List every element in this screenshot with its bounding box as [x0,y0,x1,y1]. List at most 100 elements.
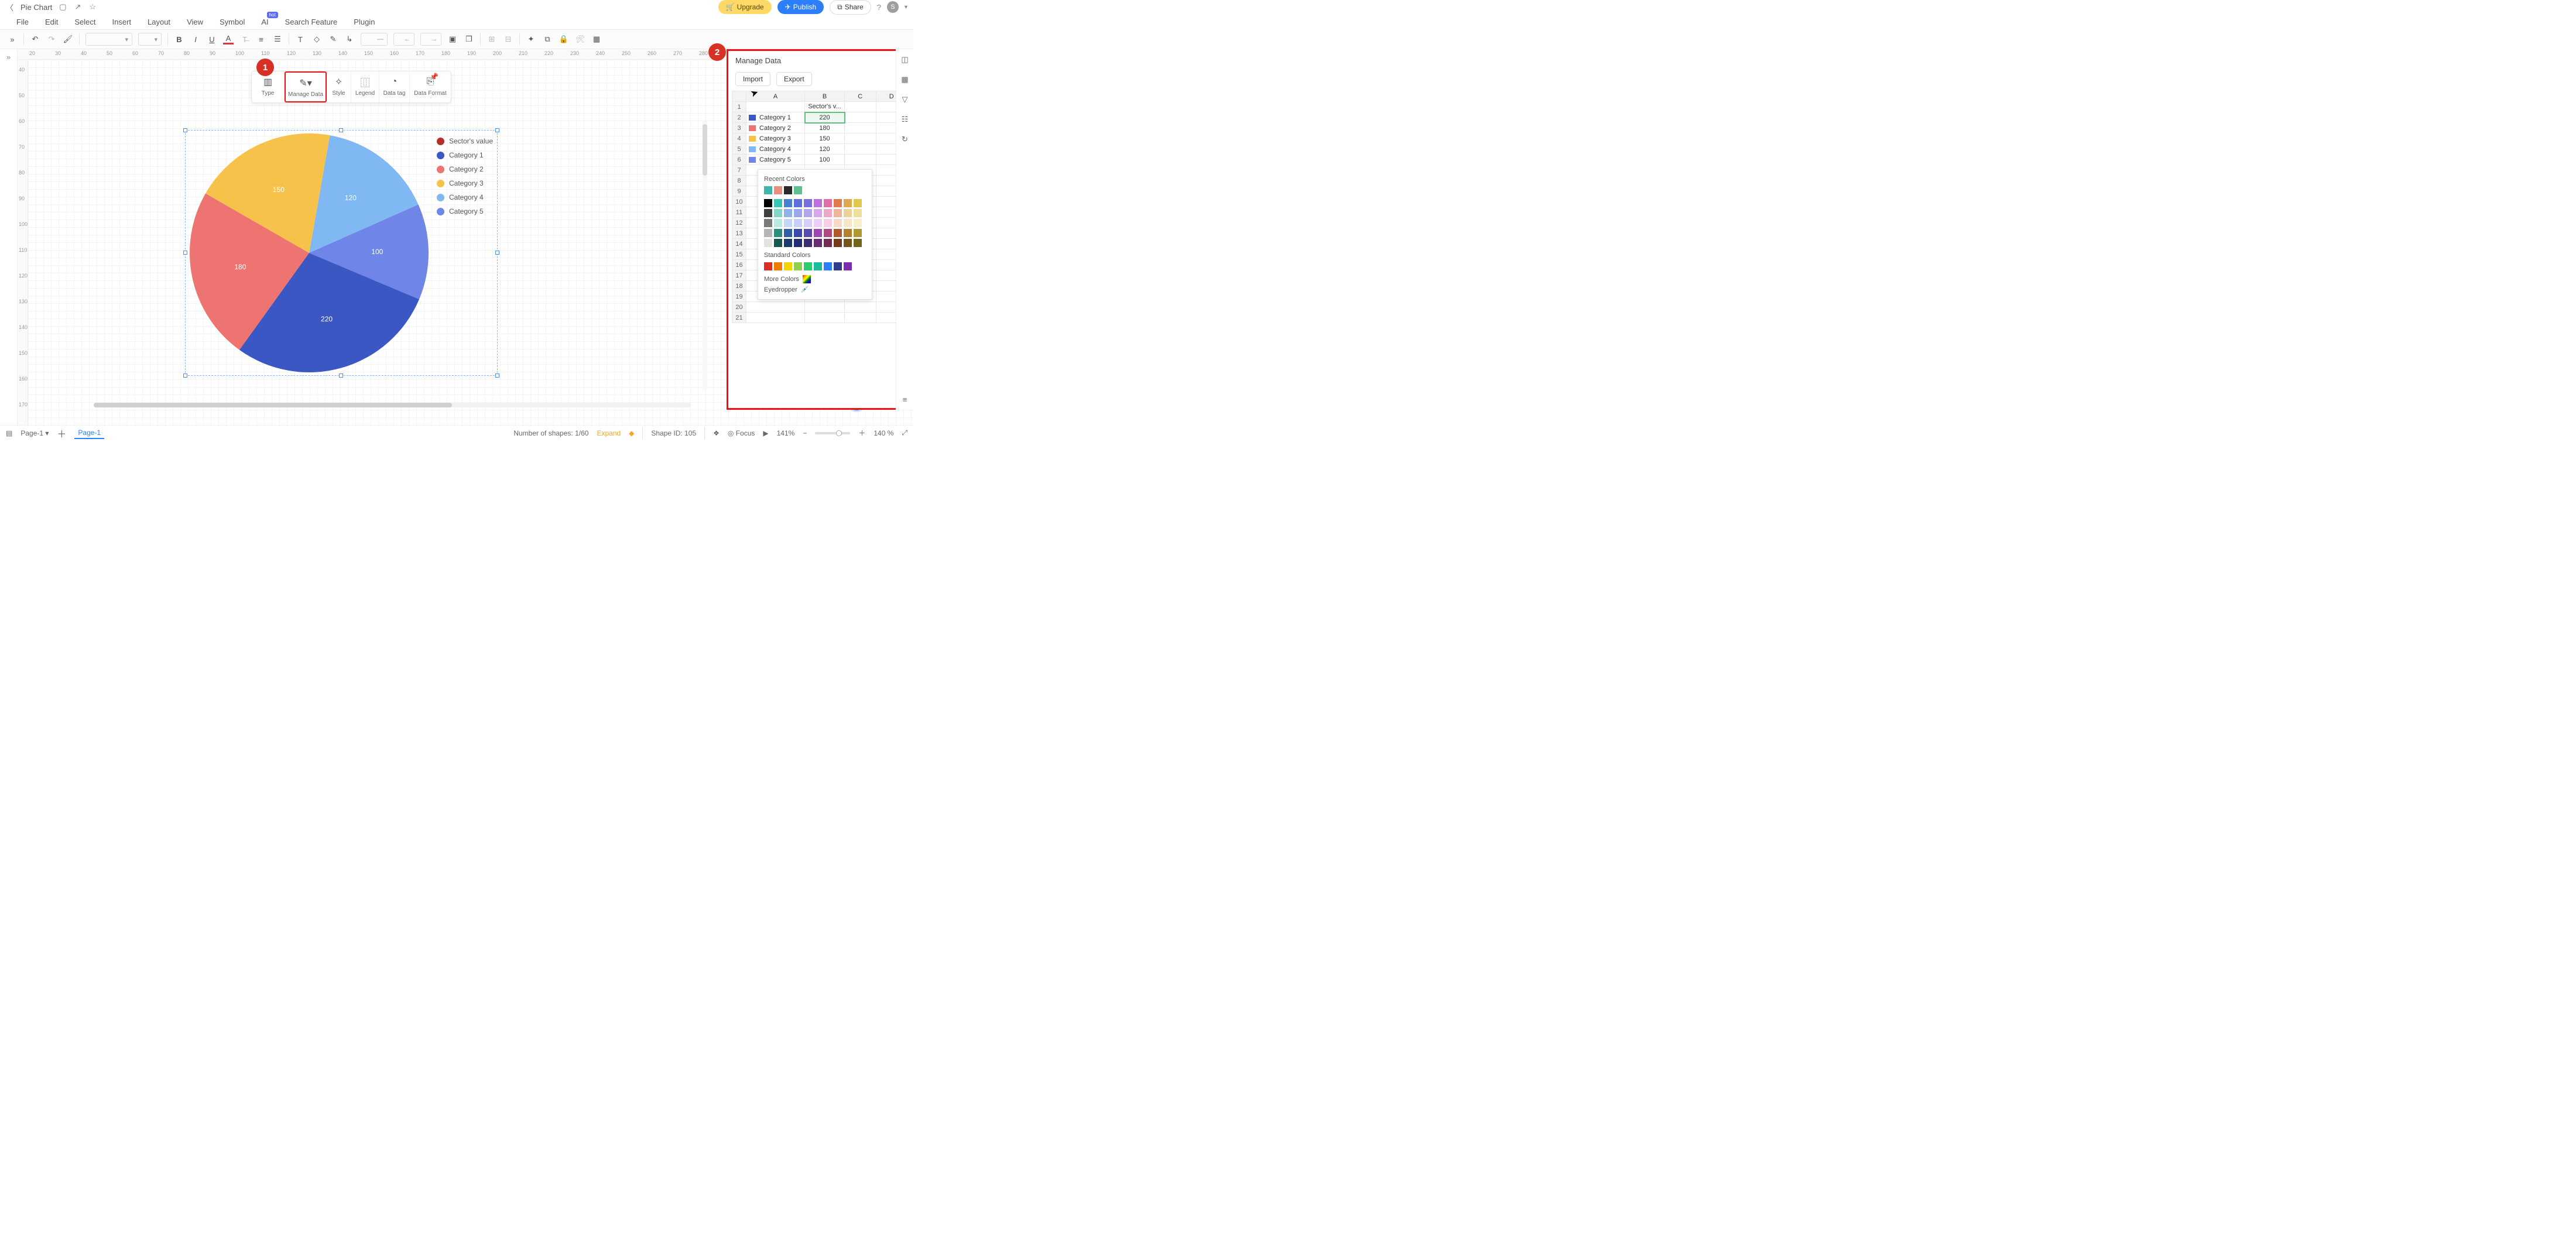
effects-icon[interactable]: ✦ [526,34,536,44]
expand-panel-icon[interactable]: » [7,34,18,44]
color-swatch[interactable] [804,199,812,207]
color-swatch[interactable] [834,262,842,270]
color-swatch[interactable] [794,186,802,194]
star-icon[interactable]: ☆ [89,2,96,12]
play-icon[interactable]: ▶ [763,429,768,437]
eyedropper-button[interactable]: Eyedropper💉 [764,286,866,293]
color-swatch[interactable] [844,219,852,227]
chart-type-button[interactable]: ▥ Type [252,71,285,102]
color-swatch[interactable] [844,262,852,270]
color-swatch[interactable] [794,199,802,207]
line-color-icon[interactable]: ✎ [328,34,338,44]
publish-button[interactable]: ✈Publish [777,0,824,14]
zoom-out-button[interactable]: − [803,429,807,437]
italic-icon[interactable]: I [190,34,201,44]
color-swatch[interactable] [844,239,852,247]
presentation-icon[interactable]: ▽ [902,95,908,104]
color-swatch[interactable] [814,219,822,227]
focus-button[interactable]: ◎ Focus [728,429,755,437]
color-swatch[interactable] [794,239,802,247]
color-swatch[interactable] [774,219,782,227]
color-swatch[interactable] [844,209,852,217]
font-color-icon[interactable]: A [223,34,234,44]
color-swatch[interactable] [834,239,842,247]
float-drag-icon[interactable]: ⋰ [430,91,437,100]
menu-symbol[interactable]: Symbol [220,18,245,26]
chart-legend-button[interactable]: ⿲ Legend [351,71,379,102]
color-swatch[interactable] [824,239,832,247]
color-swatch[interactable] [844,229,852,237]
color-swatch[interactable] [824,209,832,217]
color-swatch[interactable] [804,239,812,247]
pages-icon[interactable]: ▤ [6,429,12,437]
color-swatch[interactable] [794,209,802,217]
color-swatch[interactable] [764,229,772,237]
color-swatch[interactable] [824,229,832,237]
menu-layout[interactable]: Layout [148,18,170,26]
color-swatch[interactable] [774,239,782,247]
color-swatch[interactable] [794,262,802,270]
color-swatch[interactable] [774,199,782,207]
align-v-icon[interactable]: ☰ [272,34,283,44]
color-swatch[interactable] [854,239,862,247]
color-swatch[interactable] [784,219,792,227]
color-swatch[interactable] [834,229,842,237]
menu-search-feature[interactable]: Search Feature [285,18,338,26]
help-icon[interactable]: ? [877,3,881,12]
color-swatch[interactable] [784,199,792,207]
diamond-icon[interactable]: ◆ [629,429,634,437]
arrow-start-select[interactable]: ← [393,33,415,46]
connector-icon[interactable]: ↳ [344,34,355,44]
arrow-end-select[interactable]: → [420,33,441,46]
color-swatch[interactable] [774,186,782,194]
properties-icon[interactable]: ◫ [901,55,908,64]
bold-icon[interactable]: B [174,34,184,44]
color-swatch[interactable] [804,219,812,227]
avatar-chevron-icon[interactable]: ▾ [905,4,907,11]
color-swatch[interactable] [824,219,832,227]
underline-icon[interactable]: U [207,34,217,44]
color-swatch[interactable] [854,229,862,237]
color-swatch[interactable] [764,209,772,217]
manage-data-button[interactable]: ✎▾ Manage Data [285,71,327,102]
page-select[interactable]: Page-1 ▾ [20,429,49,437]
zoom-in-button[interactable]: ＋ [858,428,865,438]
export-button[interactable]: Export [776,72,812,86]
color-swatch[interactable] [814,209,822,217]
more-colors-button[interactable]: More Colors [764,275,866,283]
color-swatch[interactable] [814,239,822,247]
lock-icon[interactable]: 🔒 [559,34,569,44]
color-swatch[interactable] [774,229,782,237]
layer-icon[interactable]: ❐ [464,34,474,44]
history-icon[interactable]: ↻ [902,135,908,144]
menu-ai[interactable]: AIhot [261,18,268,26]
themes-icon[interactable]: ▦ [901,75,908,84]
undo-icon[interactable]: ↶ [30,34,40,44]
pie-chart[interactable] [187,131,431,376]
color-swatch[interactable] [794,229,802,237]
font-family-select[interactable]: ▾ [85,33,132,46]
color-swatch[interactable] [824,262,832,270]
upgrade-button[interactable]: 🛒Upgrade [718,0,772,14]
color-swatch[interactable] [804,262,812,270]
ungroup-icon[interactable]: ⊟ [503,34,513,44]
color-swatch[interactable] [814,199,822,207]
avatar[interactable]: S [887,1,899,13]
menu-edit[interactable]: Edit [45,18,58,26]
color-swatch[interactable] [764,186,772,194]
canvas-scrollbar-v[interactable] [703,119,707,390]
expand-link[interactable]: Expand [597,429,621,437]
float-pin-icon[interactable]: 📌 [430,73,439,81]
color-swatch[interactable] [774,262,782,270]
fit-icon[interactable]: ⤢ [902,429,907,437]
format-painter-icon[interactable]: 🖌 [63,34,73,44]
color-swatch[interactable] [854,219,862,227]
color-swatch[interactable] [764,199,772,207]
menu-file[interactable]: File [16,18,29,26]
chart-edit-icon[interactable]: ▦ [591,34,602,44]
color-swatch[interactable] [774,209,782,217]
crop-icon[interactable]: ⧉ [542,34,553,44]
save-icon[interactable]: ▢ [59,2,66,12]
color-swatch[interactable] [784,239,792,247]
chart-style-button[interactable]: ✧ Style [327,71,351,102]
